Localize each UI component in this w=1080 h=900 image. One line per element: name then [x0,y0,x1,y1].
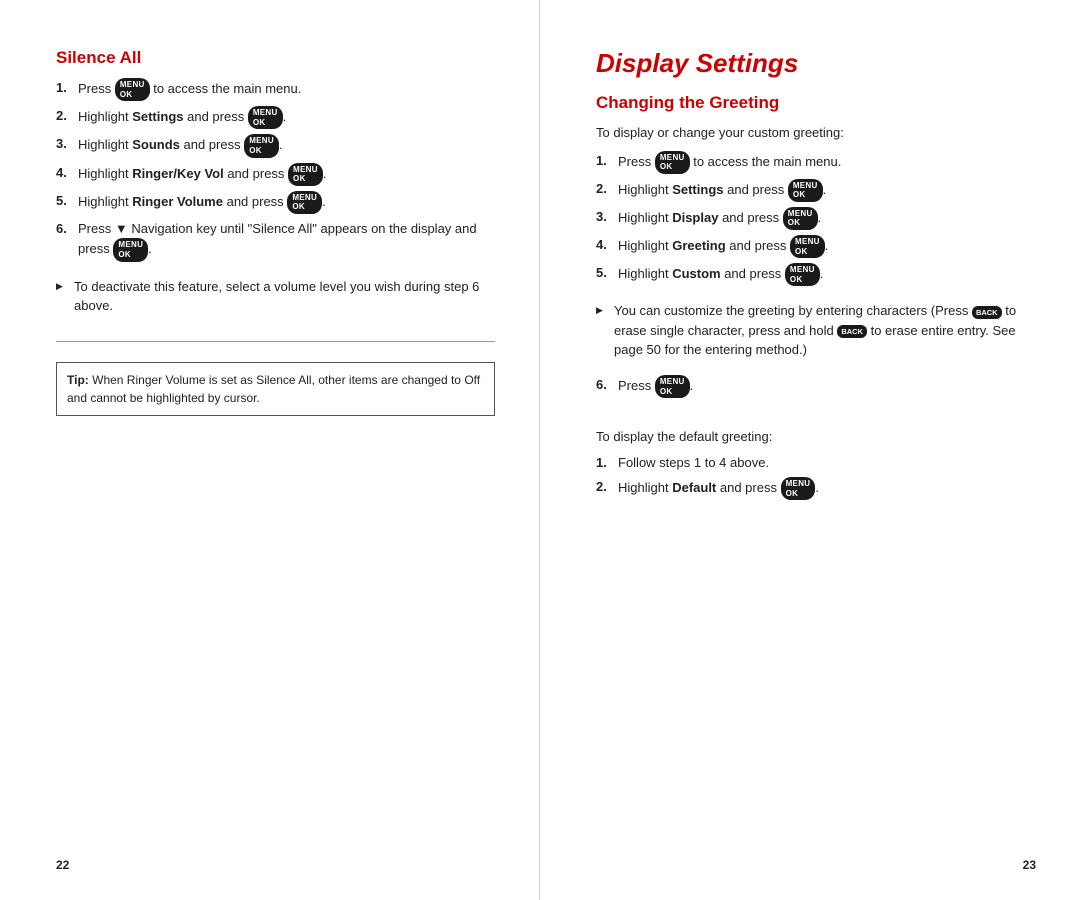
right-sub-step-1: Follow steps 1 to 4 above. [596,453,1036,473]
menu-ok-btn-2: MENUOK [248,106,283,129]
tip-box: Tip: When Ringer Volume is set as Silenc… [56,362,495,416]
menu-ok-btn-1: MENUOK [115,78,150,101]
right-bullet-1: You can customize the greeting by enteri… [596,301,1036,360]
back-btn-2: BACK [837,325,867,338]
left-step-1: Press MENUOK to access the main menu. [56,78,495,101]
right-sub-intro: To display the default greeting: [596,427,1036,447]
right-subsection-title: Changing the Greeting [596,93,1036,113]
left-step-5: Highlight Ringer Volume and press MENUOK… [56,191,495,214]
menu-ok-btn-3: MENUOK [244,134,279,157]
left-divider [56,341,495,342]
left-bullet-1: To deactivate this feature, select a vol… [56,277,495,316]
right-step-1: Press MENUOK to access the main menu. [596,151,1036,174]
left-page: Silence All Press MENUOK to access the m… [0,0,540,900]
right-step-3: Highlight Display and press MENUOK. [596,207,1036,230]
right-bullet-list: You can customize the greeting by enteri… [596,301,1036,365]
tip-text: When Ringer Volume is set as Silence All… [67,373,480,405]
menu-ok-btn-6: MENUOK [113,238,148,261]
menu-ok-btn-r7: MENUOK [781,477,816,500]
menu-ok-btn-r5: MENUOK [785,263,820,286]
left-step-2: Highlight Settings and press MENUOK. [56,106,495,129]
right-steps-list: Press MENUOK to access the main menu. Hi… [596,151,1036,292]
right-step6-list: Press MENUOK. [596,375,1036,403]
menu-ok-btn-r2: MENUOK [788,179,823,202]
right-sub-step-2: Highlight Default and press MENUOK. [596,477,1036,500]
left-page-number: 22 [56,858,69,872]
left-step-4: Highlight Ringer/Key Vol and press MENUO… [56,163,495,186]
tip-label: Tip: [67,373,89,387]
left-step-3: Highlight Sounds and press MENUOK. [56,134,495,157]
right-step-4: Highlight Greeting and press MENUOK. [596,235,1036,258]
menu-ok-btn-r3: MENUOK [783,207,818,230]
menu-ok-btn-5: MENUOK [287,191,322,214]
left-steps-list: Press MENUOK to access the main menu. Hi… [56,78,495,267]
right-intro: To display or change your custom greetin… [596,123,1036,143]
right-page: Display Settings Changing the Greeting T… [540,0,1080,900]
right-step-2: Highlight Settings and press MENUOK. [596,179,1036,202]
right-step-6: Press MENUOK. [596,375,1036,398]
right-section-title: Display Settings [596,48,1036,79]
left-bullet-list: To deactivate this feature, select a vol… [56,277,495,321]
menu-ok-btn-4: MENUOK [288,163,323,186]
right-step-5: Highlight Custom and press MENUOK. [596,263,1036,286]
right-page-number: 23 [1023,858,1036,872]
back-btn-1: BACK [972,306,1002,319]
menu-ok-btn-r6: MENUOK [655,375,690,398]
left-section-title: Silence All [56,48,495,68]
right-sub-steps-list: Follow steps 1 to 4 above. Highlight Def… [596,453,1036,506]
menu-ok-btn-r4: MENUOK [790,235,825,258]
menu-ok-btn-r1: MENUOK [655,151,690,174]
left-step-6: Press ▼ Navigation key until "Silence Al… [56,219,495,262]
